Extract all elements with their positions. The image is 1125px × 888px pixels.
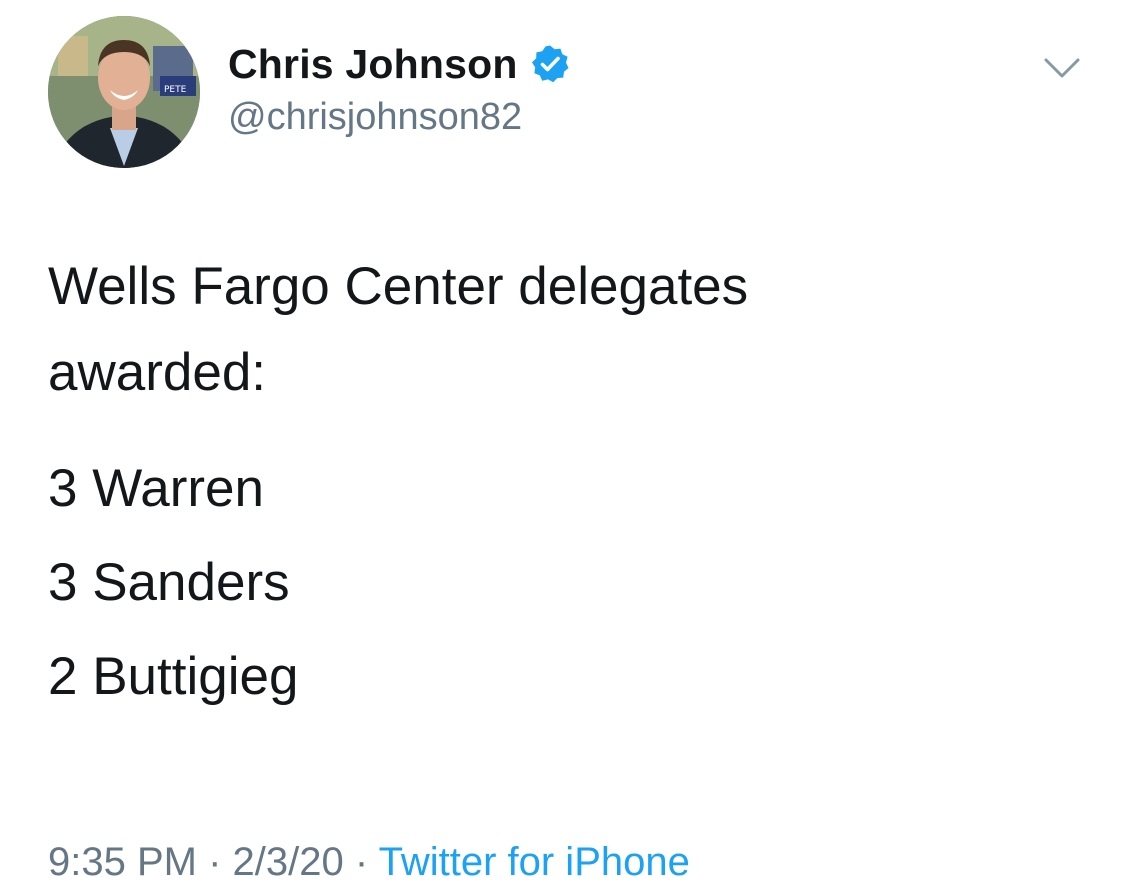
results-list: 3 Warren 3 Sanders 2 Buttigieg: [48, 442, 1088, 724]
tweet-text-line: Wells Fargo Center delegates: [48, 257, 749, 316]
tweet-text: Wells Fargo Center delegates awarded: 3 …: [48, 244, 1088, 724]
result-line-sanders: 3 Sanders: [48, 553, 290, 612]
user-handle[interactable]: @chrisjohnson82: [228, 96, 522, 139]
tweet-time[interactable]: 9:35 PM: [48, 840, 197, 884]
tweet-intro: Wells Fargo Center delegates awarded:: [48, 244, 1088, 416]
avatar[interactable]: PETE: [48, 16, 200, 168]
verified-badge-icon: [531, 45, 569, 83]
tweet-card: PETE Chris Johnson @chrisjohnson82 Wells…: [0, 0, 1125, 886]
tweet-source-link[interactable]: Twitter for iPhone: [379, 840, 690, 884]
tweet-text-line: awarded:: [48, 343, 267, 402]
tweet-date[interactable]: 2/3/20: [233, 840, 344, 884]
tweet-meta: 9:35 PM · 2/3/20 · Twitter for iPhone: [48, 836, 690, 888]
avatar-photo: PETE: [48, 16, 200, 168]
avatar-sign-text: PETE: [164, 85, 187, 95]
meta-separator: ·: [354, 840, 369, 884]
result-line-warren: 3 Warren: [48, 459, 264, 518]
chevron-down-icon[interactable]: [1042, 52, 1082, 84]
display-name[interactable]: Chris Johnson: [228, 41, 518, 88]
result-line-buttigieg: 2 Buttigieg: [48, 647, 299, 706]
meta-separator: ·: [208, 840, 222, 884]
author-name-row: Chris Johnson: [228, 40, 570, 88]
